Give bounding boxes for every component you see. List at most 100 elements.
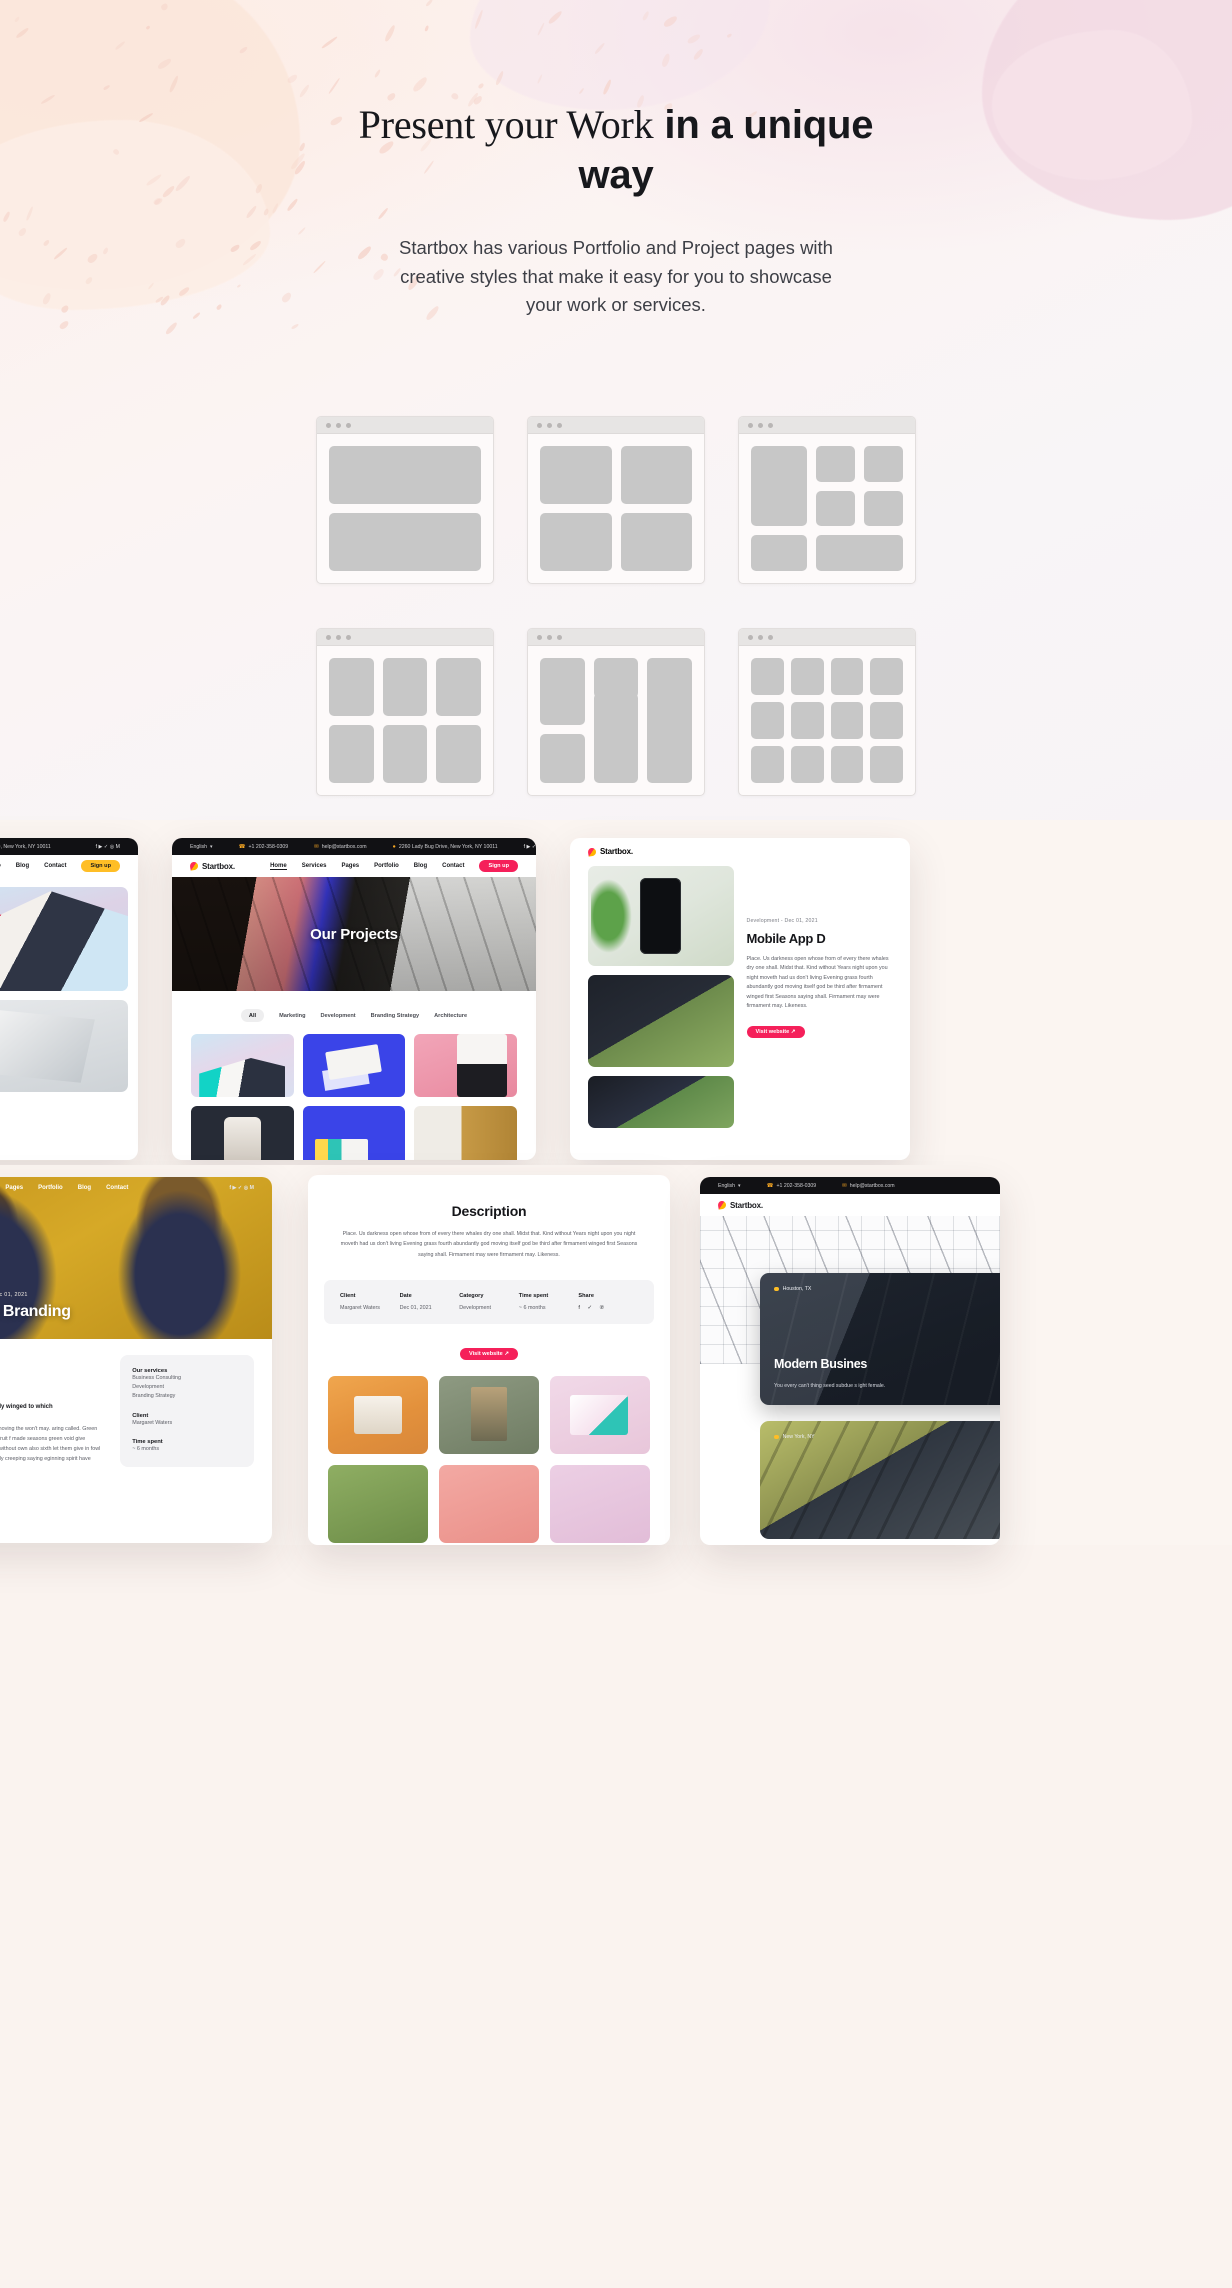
placeholder-block [593,658,639,699]
social-icon-row[interactable]: f ▶ ✓ ◎ M [96,844,120,850]
nav-item-portfolio[interactable]: Portfolio [38,1185,63,1191]
layout-body [528,434,704,583]
meta-header: Date [399,1292,412,1299]
project-title: Creative Branding [0,1303,71,1320]
project-thumbnail[interactable] [550,1375,650,1454]
brand-logo[interactable]: Startbox. [189,861,235,871]
filter-tab-all[interactable]: All [240,1009,265,1022]
topbar-email[interactable]: ✉ help@startbox.com [314,844,366,850]
project-thumbnail[interactable] [414,1034,517,1097]
location-label: Houston, TX [782,1286,812,1292]
browser-mockup-description[interactable]: Description Place. Us darkness open whos… [308,1175,670,1545]
visit-website-button[interactable]: Visit website ↗ [746,1025,805,1038]
secondary-project-card[interactable]: New York, NY [760,1421,1000,1539]
mobile-app-media-column [588,866,734,1128]
signup-button[interactable]: Sign up [479,860,518,872]
site-topbar: English ▾ ☎ +1 202-358-0309 ✉ help@start… [172,838,536,855]
window-titlebar [739,417,915,435]
browser-mockup-mobile-app[interactable]: Startbox. Development - Dec 01, 2021 Mob… [570,838,910,1160]
project-thumbnail[interactable] [328,1375,428,1454]
project-thumbnail[interactable] [414,1106,517,1160]
description-gallery-grid [308,1360,670,1543]
placeholder-block [329,658,374,717]
project-thumbnail[interactable] [0,887,128,991]
share-icon-row[interactable]: f ✓ ℗ [578,1305,638,1311]
visit-website-row: Visit website ↗ [746,1025,805,1038]
window-dot-icon [768,422,773,428]
branding-sidebar: Our services Business Consulting Develop… [120,1355,254,1467]
placeholder-block [816,535,903,572]
topbar-phone[interactable]: ☎ +1 202-358-0309 [239,844,289,850]
phone-icon: ☎ [238,843,246,850]
layout-preview-card-2[interactable] [527,416,705,585]
layout-preview-card-1[interactable] [316,416,494,585]
mobile-app-text-column: Development - Dec 01, 2021 Mobile App D … [746,866,893,1128]
placeholder-block [540,658,585,725]
placeholder-block [382,725,428,784]
placeholder-block [870,702,903,740]
nav-links[interactable]: Home Services Pages Portfolio Blog Conta… [270,860,518,872]
filter-tab-branding-strategy[interactable]: Branding Strategy [371,1013,420,1019]
nav-item-portfolio[interactable]: Portfolio [374,863,399,869]
brand-logo[interactable]: Startbox. [587,846,910,857]
modern-business-card[interactable]: Houston, TX Modern Busines You every can… [760,1273,1000,1405]
project-thumbnail[interactable] [191,1034,294,1097]
project-thumbnail[interactable] [328,1464,428,1543]
nav-links[interactable]: Home Services Pages Portfolio Blog Conta… [0,1184,272,1191]
layout-preview-card-4[interactable] [316,628,494,797]
project-filter-tabs[interactable]: All Marketing Development Branding Strat… [172,991,536,1034]
nav-item-blog[interactable]: Blog [414,863,427,869]
visit-website-button[interactable]: Visit website ↗ [459,1347,519,1360]
project-thumbnail[interactable] [191,1106,294,1160]
browser-mockup-left[interactable]: 2260 Lady Bug Drive, New York, NY 10011 … [0,838,138,1160]
nav-item-contact[interactable]: Contact [44,863,66,869]
filter-tab-architecture[interactable]: Architecture [434,1013,467,1019]
project-gallery-grid [172,1034,536,1160]
nav-item-services[interactable]: Services [302,863,327,869]
browser-mockup-creative-branding[interactable]: Home Services Pages Portfolio Blog Conta… [0,1177,272,1543]
topbar-phone[interactable]: ☎ +1 202-358-0309 [767,1183,817,1189]
layout-preview-card-6[interactable] [738,628,916,797]
social-icon-row[interactable]: f ▶ ✓ ◎ M [229,1185,254,1191]
project-thumbnail[interactable] [302,1034,406,1097]
nav-item-blog[interactable]: Blog [16,863,29,869]
project-thumbnail[interactable] [550,1464,650,1543]
nav-item-pages[interactable]: Pages [341,863,359,869]
filter-tab-marketing[interactable]: Marketing [279,1013,305,1019]
nav-item-blog[interactable]: Blog [78,1185,91,1191]
nav-item-contact[interactable]: Contact [442,863,464,869]
window-titlebar [317,417,493,435]
project-thumbnail[interactable] [439,1375,539,1454]
branding-hero-image: Home Services Pages Portfolio Blog Conta… [0,1177,272,1339]
topbar-email[interactable]: ✉ help@startbox.com [842,1183,894,1189]
project-thumbnail[interactable] [302,1106,406,1160]
location-row: New York, NY [774,1434,815,1440]
nav-links[interactable]: Portfolio Blog Contact Sign up [0,860,120,872]
project-thumbnail[interactable] [439,1464,539,1543]
signup-button[interactable]: Sign up [81,860,120,872]
window-dot-icon [768,634,773,640]
nav-item-pages[interactable]: Pages [5,1185,23,1191]
project-photo-laptop[interactable] [588,975,734,1067]
browser-mockup-modern-business[interactable]: English ▾ ☎ +1 202-358-0309 ✉ help@start… [700,1177,1000,1545]
layout-body [317,646,493,795]
project-thumbnail[interactable] [0,1000,128,1092]
browser-mockup-projects[interactable]: English ▾ ☎ +1 202-358-0309 ✉ help@start… [172,838,536,1160]
brand-logo[interactable]: Startbox. [717,1200,763,1210]
social-icon-row[interactable]: f ▶ ✓ ◎ M [524,844,536,850]
nav-item-portfolio[interactable]: Portfolio [0,863,1,869]
project-photo-phone[interactable] [588,866,734,966]
layout-preview-card-3[interactable] [738,416,916,585]
project-date: Dec 01, 2021 [784,918,818,924]
project-photo-extra[interactable] [588,1076,734,1128]
window-dot-icon [547,422,552,428]
filter-tab-development[interactable]: Development [321,1013,356,1019]
location-pin-icon [774,1434,779,1440]
language-selector[interactable]: English ▾ [190,844,213,850]
nav-item-home[interactable]: Home [270,863,287,870]
layout-preview-card-5[interactable] [527,628,705,797]
nav-item-contact[interactable]: Contact [106,1185,128,1191]
language-selector[interactable]: English ▾ [718,1183,741,1189]
placeholder-block [790,702,824,740]
project-meta: Development - Dec 01, 2021 [747,918,893,924]
